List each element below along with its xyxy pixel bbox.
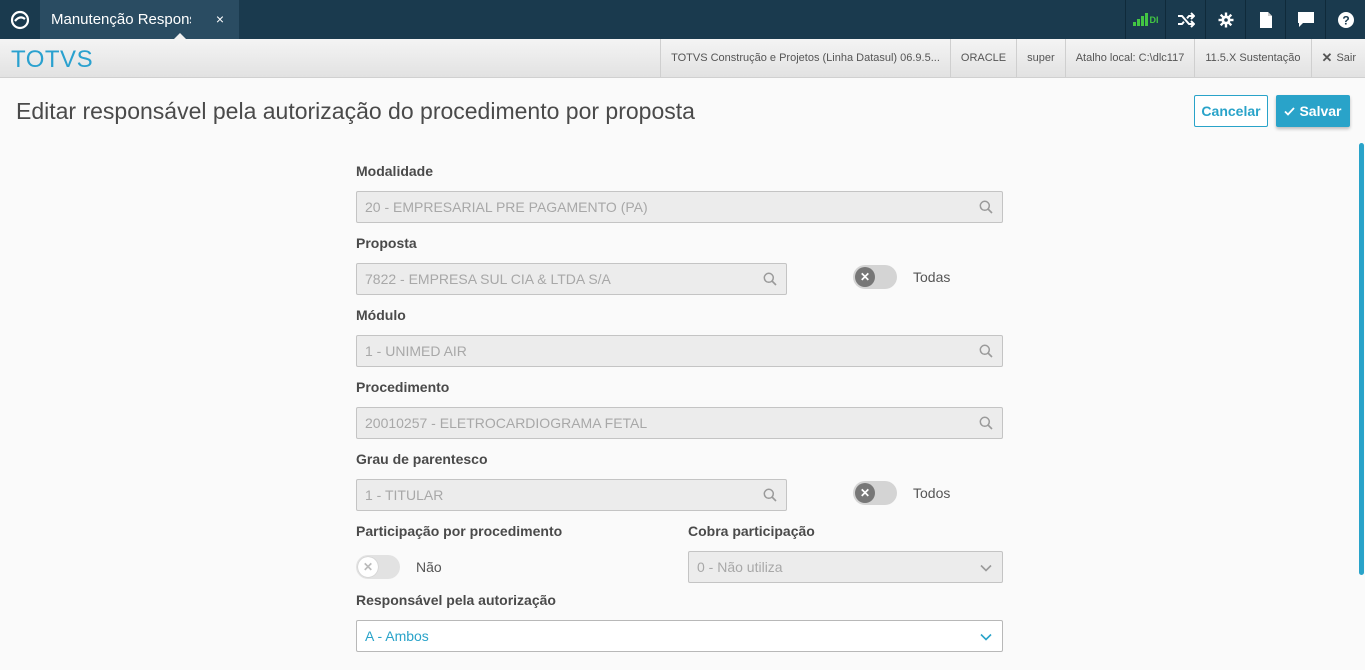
exit-button[interactable]: ✕ Sair (1310, 39, 1365, 77)
responsavel-select[interactable]: A - Ambos (356, 620, 1003, 652)
shortcut-info: Atalho local: C:\dlc117 (1064, 39, 1195, 77)
version-info: 11.5.X Sustentação (1194, 39, 1310, 77)
procedimento-value: 20010257 - ELETROCARDIOGRAMA FETAL (365, 415, 648, 431)
responsavel-label: Responsável pela autorização (356, 592, 556, 608)
info-bar: TOTVS TOTVS Construção e Projetos (Linha… (0, 39, 1365, 78)
signal-label: DI (1149, 14, 1159, 25)
signal-icon[interactable]: DI (1125, 0, 1165, 39)
info-items: TOTVS Construção e Projetos (Linha Datas… (660, 39, 1365, 77)
toggle-off-icon: ✕ (855, 267, 875, 287)
totvs-logo-icon[interactable] (0, 0, 39, 39)
save-label: Salvar (1299, 103, 1342, 119)
user-info: super (1016, 39, 1065, 77)
participacao-label: Participação por procedimento (356, 523, 563, 539)
cobra-value: 0 - Não utiliza (697, 559, 783, 575)
save-button[interactable]: Salvar (1276, 95, 1350, 127)
participacao-toggle-label: Não (416, 559, 442, 575)
toggle-off-icon: ✕ (855, 483, 875, 503)
check-icon (1284, 106, 1296, 116)
page-title: Editar responsável pela autorização do p… (16, 98, 695, 124)
search-icon[interactable] (763, 488, 777, 502)
modulo-value: 1 - UNIMED AIR (365, 343, 467, 359)
svg-text:?: ? (1342, 13, 1349, 27)
procedimento-label: Procedimento (356, 379, 450, 395)
help-icon[interactable]: ? (1325, 0, 1365, 39)
todos-toggle[interactable]: ✕ (853, 481, 897, 505)
chat-icon[interactable] (1285, 0, 1325, 39)
shuffle-icon[interactable] (1165, 0, 1205, 39)
search-icon[interactable] (979, 344, 993, 358)
exit-label: Sair (1336, 52, 1356, 64)
tab-label: Manutenção Responsável (51, 11, 191, 28)
search-icon[interactable] (763, 272, 777, 286)
close-icon: ✕ (1321, 50, 1333, 65)
todas-toggle[interactable]: ✕ (853, 265, 897, 289)
todos-label: Todos (913, 485, 951, 501)
scrollbar-thumb[interactable] (1359, 143, 1364, 575)
top-icons: DI ? (1125, 0, 1365, 39)
modalidade-field[interactable]: 20 - EMPRESARIAL PRE PAGAMENTO (PA) (356, 191, 1003, 223)
grau-field[interactable]: 1 - TITULAR (356, 479, 787, 511)
grau-value: 1 - TITULAR (365, 487, 444, 503)
top-bar: Manutenção Responsável × DI ? (0, 0, 1365, 39)
responsavel-value: A - Ambos (365, 628, 429, 644)
proposta-label: Proposta (356, 235, 417, 251)
cobra-label: Cobra participação (688, 523, 815, 539)
proposta-value: 7822 - EMPRESA SUL CIA & LTDA S/A (365, 271, 611, 287)
tab-manutencao[interactable]: Manutenção Responsável × (40, 0, 239, 39)
procedimento-field[interactable]: 20010257 - ELETROCARDIOGRAMA FETAL (356, 407, 1003, 439)
database-info: ORACLE (949, 39, 1016, 77)
modalidade-label: Modalidade (356, 163, 434, 179)
document-icon[interactable] (1245, 0, 1285, 39)
chevron-down-icon (980, 633, 992, 641)
brand-logo: TOTVS (11, 46, 94, 73)
todas-label: Todas (913, 269, 951, 285)
cancel-button[interactable]: Cancelar (1194, 95, 1268, 127)
proposta-field[interactable]: 7822 - EMPRESA SUL CIA & LTDA S/A (356, 263, 787, 295)
participacao-toggle[interactable]: ✕ (356, 555, 400, 579)
toggle-off-icon: ✕ (358, 557, 378, 577)
modulo-field[interactable]: 1 - UNIMED AIR (356, 335, 1003, 367)
search-icon[interactable] (979, 200, 993, 214)
chevron-down-icon (980, 564, 992, 572)
cobra-select[interactable]: 0 - Não utiliza (688, 551, 1003, 583)
modalidade-value: 20 - EMPRESARIAL PRE PAGAMENTO (PA) (365, 199, 648, 215)
product-info: TOTVS Construção e Projetos (Linha Datas… (660, 39, 950, 77)
close-icon[interactable]: × (216, 11, 224, 27)
grau-label: Grau de parentesco (356, 451, 488, 467)
modulo-label: Módulo (356, 307, 406, 323)
search-icon[interactable] (979, 416, 993, 430)
gear-icon[interactable] (1205, 0, 1245, 39)
